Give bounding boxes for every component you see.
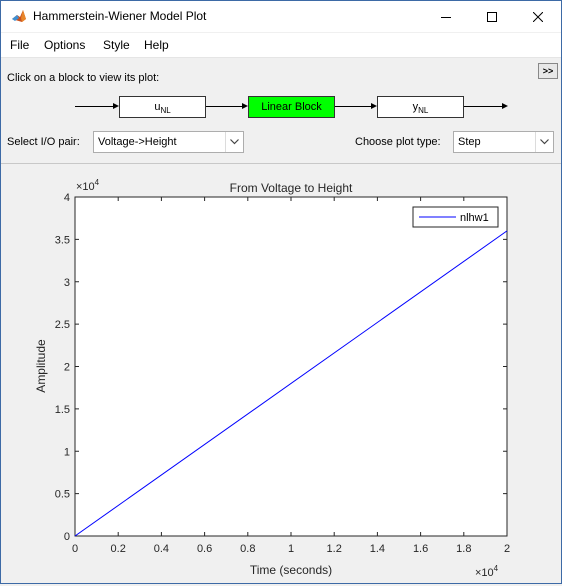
input-signal-line — [75, 106, 113, 107]
maximize-icon — [487, 11, 497, 22]
io-pair-value: Voltage->Height — [98, 136, 177, 148]
y-tick-label: 0.5 — [55, 489, 70, 501]
close-icon — [533, 11, 543, 22]
y-axis-label: Amplitude — [34, 339, 48, 393]
connector-line-2 — [335, 106, 371, 107]
block-instruction-label: Click on a block to view its plot: — [7, 72, 160, 84]
main-window: Hammerstein-Wiener Model Plot File Optio… — [0, 0, 562, 584]
chart-title: From Voltage to Height — [230, 181, 353, 195]
y-exponent-label: ×104 — [76, 178, 100, 193]
y-tick-label: 2 — [64, 362, 70, 374]
plot-panel: 0 0.2 0.4 0.6 0.8 1 1.2 1.4 1.6 1.8 2 0 0.5 1 1.5 2 2.5… — [1, 164, 561, 583]
step-response-chart[interactable]: 0 0.2 0.4 0.6 0.8 1 1.2 1.4 1.6 1.8 2 0 0.5 1 1.5 2 2.5… — [1, 164, 561, 583]
menu-file[interactable]: File — [10, 38, 29, 52]
chevron-down-icon — [225, 132, 243, 152]
x-tick-label: 0.4 — [154, 543, 169, 555]
y-tick-label: 0 — [64, 531, 70, 543]
close-button[interactable] — [515, 1, 561, 32]
x-tick-label: 1.4 — [370, 543, 385, 555]
y-tick-label: 3 — [64, 277, 70, 289]
plot-type-value: Step — [458, 136, 481, 148]
x-tick-label: 0.8 — [240, 543, 255, 555]
arrow-head-icon — [502, 103, 508, 109]
x-tick-label: 0 — [72, 543, 78, 555]
output-signal-line — [464, 106, 502, 107]
minimize-button[interactable] — [423, 1, 469, 32]
x-tick-label: 0.2 — [111, 543, 126, 555]
plot-axes-box — [74, 196, 508, 537]
expand-toggle-button[interactable]: >> — [538, 63, 558, 79]
minimize-icon — [441, 16, 451, 18]
x-exponent-label: ×104 — [475, 564, 499, 579]
menu-options[interactable]: Options — [44, 38, 85, 52]
linear-block[interactable]: Linear Block — [248, 96, 335, 118]
x-tick-label: 1.6 — [413, 543, 428, 555]
window-title: Hammerstein-Wiener Model Plot — [33, 9, 207, 23]
plot-type-label: Choose plot type: — [355, 136, 441, 148]
connector-line-1 — [206, 106, 242, 107]
y-tick-label: 2.5 — [55, 319, 70, 331]
y-tick-label: 4 — [64, 192, 70, 204]
io-pair-select[interactable]: Voltage->Height — [93, 131, 244, 153]
plot-type-select[interactable]: Step — [453, 131, 554, 153]
x-axis-label: Time (seconds) — [250, 563, 332, 577]
menu-help[interactable]: Help — [144, 38, 169, 52]
x-tick-label: 0.6 — [197, 543, 212, 555]
y-tick-label: 1.5 — [55, 404, 70, 416]
input-nl-subscript: NL — [160, 106, 171, 116]
input-nonlinearity-block[interactable]: uNL — [119, 96, 206, 118]
maximize-button[interactable] — [469, 1, 515, 32]
title-bar: Hammerstein-Wiener Model Plot — [1, 1, 561, 32]
legend[interactable]: nlhw1 — [412, 206, 499, 228]
x-tick-label: 1 — [288, 543, 294, 555]
y-tick-label: 1 — [64, 446, 70, 458]
matlab-logo-icon — [12, 10, 26, 22]
menu-bar: File Options Style Help — [1, 33, 561, 58]
x-tick-label: 1.8 — [456, 543, 471, 555]
output-nl-subscript: NL — [418, 106, 429, 116]
x-tick-label: 1.2 — [327, 543, 342, 555]
output-nonlinearity-block[interactable]: yNL — [377, 96, 464, 118]
legend-entry-label: nlhw1 — [460, 212, 489, 224]
menu-style[interactable]: Style — [103, 38, 130, 52]
x-tick-label: 2 — [504, 543, 510, 555]
y-tick-label: 3.5 — [55, 234, 70, 246]
chevron-down-icon — [535, 132, 553, 152]
io-pair-label: Select I/O pair: — [7, 136, 80, 148]
